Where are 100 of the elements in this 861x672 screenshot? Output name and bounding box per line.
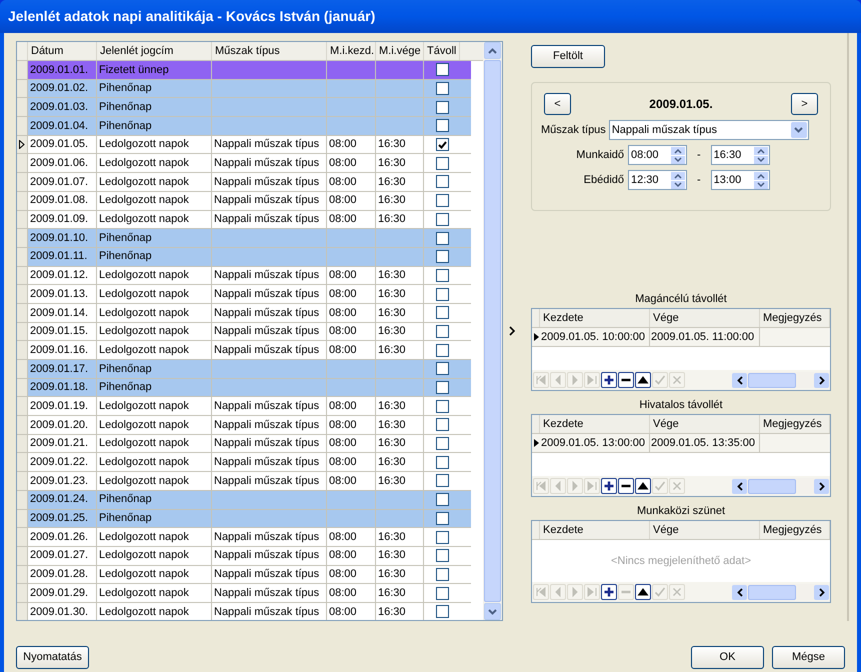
table-row[interactable]: 2009.01.27. Ledolgozott napok Nappali műszak típus 08:00 16:30 xyxy=(17,546,471,566)
remove-icon[interactable] xyxy=(618,372,634,388)
column-header[interactable]: Vége xyxy=(650,521,760,539)
table-row[interactable]: 2009.01.25. Pihenőnap xyxy=(17,510,471,528)
add-icon[interactable] xyxy=(601,584,617,600)
checkbox[interactable] xyxy=(436,138,448,152)
checkbox[interactable] xyxy=(436,82,448,96)
table-row[interactable]: 2009.01.15. Ledolgozott napok Nappali műszak típus 08:00 16:30 xyxy=(17,322,471,342)
checkbox[interactable] xyxy=(436,418,448,432)
table-row[interactable]: 2009.01.06. Ledolgozott napok Nappali műszak típus 08:00 16:30 xyxy=(17,154,471,174)
table-row[interactable]: 2009.01.01. Fizetett ünnep xyxy=(17,61,471,80)
scroll-right-icon[interactable] xyxy=(814,372,829,388)
table-row[interactable]: 2009.01.17. Pihenőnap xyxy=(17,360,471,379)
checkbox[interactable] xyxy=(436,362,448,376)
checkbox[interactable] xyxy=(436,288,448,301)
checkbox[interactable] xyxy=(436,100,448,114)
column-header[interactable]: Kezdete xyxy=(540,521,650,539)
checkbox[interactable] xyxy=(436,568,448,581)
column-header[interactable]: Jelenlét jogcím xyxy=(97,42,212,60)
table-row[interactable]: 2009.01.13. Ledolgozott napok Nappali műszak típus 08:00 16:30 xyxy=(17,285,471,304)
checkbox[interactable] xyxy=(436,194,448,208)
checkbox[interactable] xyxy=(436,381,448,394)
checkbox[interactable] xyxy=(436,268,448,282)
spinner-icon[interactable] xyxy=(754,172,768,188)
column-header[interactable]: Távoll xyxy=(424,42,460,60)
checkbox[interactable] xyxy=(436,344,448,357)
cancel-button[interactable]: Mégse xyxy=(772,646,845,669)
horizontal-scrollbar[interactable] xyxy=(732,478,829,494)
checkbox[interactable] xyxy=(436,456,448,469)
table-row[interactable]: 2009.01.26. Ledolgozott napok Nappali műszak típus 08:00 16:30 xyxy=(17,528,471,547)
scroll-thumb[interactable] xyxy=(748,478,796,494)
table-row[interactable]: 2009.01.08. Ledolgozott napok Nappali műszak típus 08:00 16:30 xyxy=(17,192,471,210)
checkbox[interactable] xyxy=(436,493,448,506)
table-row[interactable]: 2009.01.09. Ledolgozott napok Nappali műszak típus 08:00 16:30 xyxy=(17,210,471,230)
scroll-right-icon[interactable] xyxy=(814,478,829,494)
table-row[interactable]: 2009.01.11. Pihenőnap xyxy=(17,248,471,267)
checkbox[interactable] xyxy=(436,156,448,170)
table-row[interactable]: 2009.01.23. Ledolgozott napok Nappali műszak típus 08:00 16:30 xyxy=(17,472,471,491)
time-field[interactable]: 12:30 xyxy=(628,170,687,190)
column-header[interactable]: Megjegyzés xyxy=(760,309,830,327)
shift-type-dropdown[interactable]: Nappali műszak típus xyxy=(608,120,809,140)
column-header[interactable]: Vége xyxy=(650,309,760,327)
table-row[interactable]: 2009.01.14. Ledolgozott napok Nappali műszak típus 08:00 16:30 xyxy=(17,304,471,323)
checkbox[interactable] xyxy=(436,512,448,525)
column-header[interactable]: Megjegyzés xyxy=(760,415,830,433)
checkbox[interactable] xyxy=(436,530,448,544)
table-row[interactable]: 2009.01.21. Ledolgozott napok Nappali műszak típus 08:00 16:30 xyxy=(17,434,471,454)
column-header[interactable]: Műszak típus xyxy=(212,42,327,60)
checkbox[interactable] xyxy=(436,474,448,488)
scroll-left-icon[interactable] xyxy=(732,372,747,388)
add-icon[interactable] xyxy=(601,478,617,494)
checkbox[interactable] xyxy=(436,212,448,226)
checkbox[interactable] xyxy=(436,400,448,413)
time-field[interactable]: 16:30 xyxy=(710,145,770,165)
print-button[interactable]: Nyomatatás xyxy=(16,646,89,669)
spinner-icon[interactable] xyxy=(754,146,768,164)
table-row[interactable]: 2009.01.05. Ledolgozott napok Nappali műszak típus 08:00 16:30 xyxy=(17,136,471,154)
table-row[interactable]: 2009.01.28. Ledolgozott napok Nappali műszak típus 08:00 16:30 xyxy=(17,566,471,584)
upload-button[interactable]: Feltölt xyxy=(531,45,605,68)
horizontal-scrollbar[interactable] xyxy=(732,584,829,600)
table-row[interactable]: 2009.01.22. Ledolgozott napok Nappali műszak típus 08:00 16:30 xyxy=(17,453,471,472)
column-header[interactable]: Kezdete xyxy=(540,415,650,433)
column-header[interactable]: Dátum xyxy=(28,42,97,60)
time-field[interactable]: 08:00 xyxy=(628,145,687,165)
table-row[interactable]: 2009.01.29. Ledolgozott napok Nappali műszak típus 08:00 16:30 xyxy=(17,584,471,603)
row-selector[interactable] xyxy=(17,136,28,154)
table-row[interactable]: 2009.01.24. Pihenőnap xyxy=(17,490,471,510)
column-header[interactable]: Vége xyxy=(650,415,760,433)
checkbox[interactable] xyxy=(436,63,448,76)
table-row[interactable]: 2009.01.07. Ledolgozott napok Nappali műszak típus 08:00 16:30 xyxy=(17,173,471,192)
spinner-icon[interactable] xyxy=(671,172,685,188)
scroll-up-icon[interactable] xyxy=(484,42,501,59)
table-row[interactable]: 2009.01.16. Ledolgozott napok Nappali műszak típus 08:00 16:30 xyxy=(17,341,471,360)
checkbox[interactable] xyxy=(436,437,448,450)
table-row[interactable]: 2009.01.12. Ledolgozott napok Nappali műszak típus 08:00 16:30 xyxy=(17,266,471,286)
spinner-icon[interactable] xyxy=(671,146,685,164)
table-row[interactable]: 2009.01.19. Ledolgozott napok Nappali műszak típus 08:00 16:30 xyxy=(17,397,471,416)
previous-button[interactable]: < xyxy=(544,93,571,115)
table-row[interactable]: 2009.01.20. Ledolgozott napok Nappali műszak típus 08:00 16:30 xyxy=(17,416,471,435)
next-button[interactable]: > xyxy=(791,93,818,115)
table-row[interactable]: 2009.01.02. Pihenőnap xyxy=(17,80,471,98)
checkbox[interactable] xyxy=(436,586,448,600)
time-field[interactable]: 13:00 xyxy=(710,170,770,190)
table-row[interactable]: 2009.01.04. Pihenőnap xyxy=(17,117,471,136)
table-row[interactable]: 2009.01.03. Pihenőnap xyxy=(17,98,471,118)
checkbox[interactable] xyxy=(436,232,448,245)
checkbox[interactable] xyxy=(436,549,448,562)
column-header[interactable]: Kezdete xyxy=(540,309,650,327)
scroll-thumb[interactable] xyxy=(484,60,501,602)
scroll-left-icon[interactable] xyxy=(732,584,747,600)
checkbox[interactable] xyxy=(436,306,448,320)
remove-icon[interactable] xyxy=(618,478,634,494)
column-header[interactable]: M.i.vége xyxy=(376,42,424,60)
scroll-thumb[interactable] xyxy=(748,372,796,388)
add-icon[interactable] xyxy=(601,372,617,388)
scroll-down-icon[interactable] xyxy=(484,603,501,620)
horizontal-scrollbar[interactable] xyxy=(732,372,829,388)
checkbox[interactable] xyxy=(436,324,448,338)
column-header[interactable]: M.i.kezd. xyxy=(327,42,376,60)
scroll-right-icon[interactable] xyxy=(814,584,829,600)
